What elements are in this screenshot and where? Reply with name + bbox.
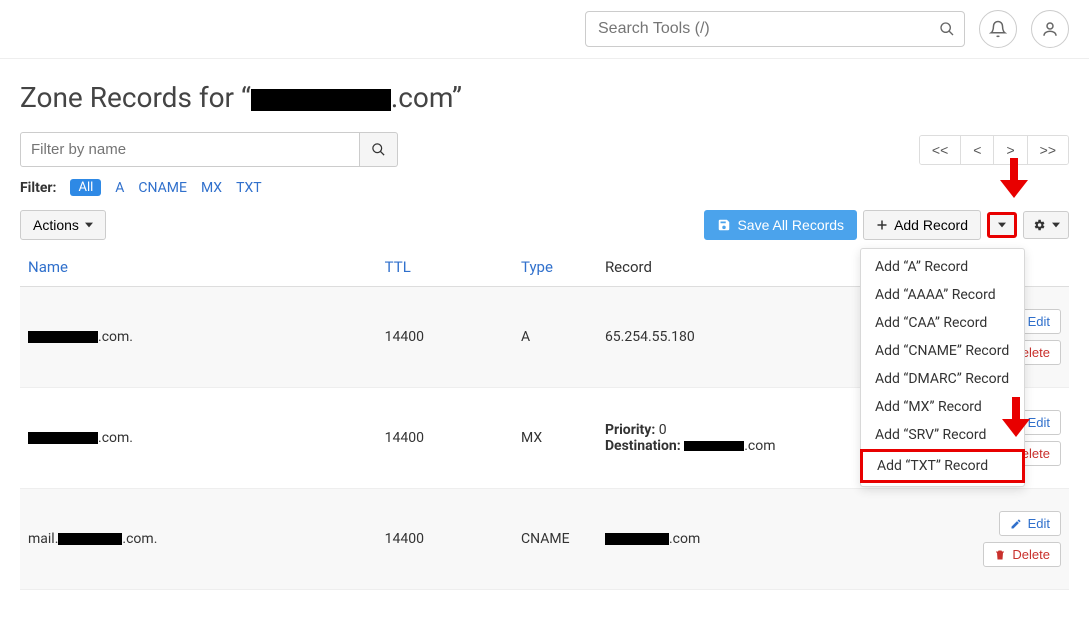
toolbar-right: Save All Records Add Record Add “A” Reco… bbox=[704, 210, 1069, 240]
cell-type: CNAME bbox=[513, 489, 597, 590]
filter-all[interactable]: All bbox=[70, 179, 101, 196]
filter-mx[interactable]: MX bbox=[201, 180, 222, 196]
page-title: Zone Records for “ .com” bbox=[20, 81, 1069, 114]
arrow-annotation-icon bbox=[1002, 397, 1030, 437]
filter-txt[interactable]: TXT bbox=[236, 180, 261, 196]
search-icon bbox=[939, 21, 955, 37]
dropdown-add-aaaa[interactable]: Add “AAAA” Record bbox=[861, 281, 1024, 309]
actions-label: Actions bbox=[33, 217, 79, 233]
redacted-domain bbox=[251, 89, 391, 111]
dropdown-add-cname[interactable]: Add “CNAME” Record bbox=[861, 337, 1024, 365]
row-actions: Edit Delete bbox=[920, 511, 1061, 567]
dropdown-add-dmarc[interactable]: Add “DMARC” Record bbox=[861, 365, 1024, 393]
title-close: ” bbox=[452, 81, 462, 114]
edit-button[interactable]: Edit bbox=[999, 511, 1061, 536]
cell-record: .com bbox=[597, 489, 912, 590]
add-record-dropdown-toggle[interactable] bbox=[987, 212, 1017, 238]
destination-suffix: .com bbox=[744, 438, 775, 454]
trash-icon bbox=[994, 549, 1006, 561]
record-suffix: .com bbox=[669, 531, 700, 547]
pager-prev[interactable]: < bbox=[961, 136, 994, 164]
delete-button[interactable]: Delete bbox=[983, 542, 1061, 567]
type-filters: Filter: All A CNAME MX TXT bbox=[20, 179, 1069, 196]
col-type[interactable]: Type bbox=[513, 248, 597, 287]
dropdown-add-txt[interactable]: Add “TXT” Record bbox=[860, 449, 1025, 483]
cell-name: .com. bbox=[20, 388, 377, 489]
caret-down-icon bbox=[998, 221, 1006, 229]
pager-last[interactable]: >> bbox=[1028, 136, 1068, 164]
destination-label: Destination: bbox=[605, 438, 681, 454]
edit-label: Edit bbox=[1028, 415, 1050, 430]
gear-icon bbox=[1032, 218, 1046, 232]
dropdown-add-a[interactable]: Add “A” Record bbox=[861, 253, 1024, 281]
cell-name: mail. .com. bbox=[20, 489, 377, 590]
add-record-button[interactable]: Add Record bbox=[863, 210, 981, 240]
delete-label: Delete bbox=[1012, 547, 1050, 562]
filter-group bbox=[20, 132, 398, 167]
plus-icon bbox=[876, 219, 888, 231]
table-row: mail. .com. 14400 CNAME .com Edit Delete bbox=[20, 489, 1069, 590]
top-bar bbox=[0, 0, 1089, 59]
title-suffix: .com bbox=[391, 81, 452, 114]
priority-value: 0 bbox=[659, 422, 667, 438]
settings-button[interactable] bbox=[1023, 211, 1069, 239]
save-icon bbox=[717, 218, 731, 232]
dropdown-add-caa[interactable]: Add “CAA” Record bbox=[861, 309, 1024, 337]
priority-label: Priority: bbox=[605, 422, 655, 438]
global-search bbox=[585, 11, 965, 47]
filter-input[interactable] bbox=[20, 132, 360, 167]
redacted bbox=[28, 432, 98, 444]
redacted bbox=[684, 441, 744, 451]
cell-ttl: 14400 bbox=[377, 489, 513, 590]
cell-ttl: 14400 bbox=[377, 388, 513, 489]
pager-first[interactable]: << bbox=[920, 136, 961, 164]
search-input[interactable] bbox=[585, 11, 965, 47]
dropdown-add-srv[interactable]: Add “SRV” Record bbox=[861, 421, 1024, 449]
edit-label: Edit bbox=[1028, 516, 1050, 531]
redacted bbox=[28, 331, 98, 343]
edit-label: Edit bbox=[1028, 314, 1050, 329]
cell-type: MX bbox=[513, 388, 597, 489]
actions-button[interactable]: Actions bbox=[20, 210, 106, 240]
name-suffix: .com. bbox=[98, 430, 133, 446]
filter-a[interactable]: A bbox=[115, 180, 124, 196]
redacted bbox=[58, 533, 122, 545]
save-all-label: Save All Records bbox=[737, 217, 844, 233]
add-record-label: Add Record bbox=[894, 217, 968, 233]
caret-down-icon bbox=[1052, 221, 1060, 229]
redacted bbox=[605, 533, 669, 545]
arrow-annotation-icon bbox=[1000, 158, 1028, 198]
cell-name: .com. bbox=[20, 287, 377, 388]
col-ttl[interactable]: TTL bbox=[377, 248, 513, 287]
toolbar: Actions Save All Records Add Record Add … bbox=[20, 210, 1069, 240]
notifications-button[interactable] bbox=[979, 10, 1017, 48]
filter-label: Filter: bbox=[20, 180, 56, 196]
pencil-icon bbox=[1010, 518, 1022, 530]
dropdown-add-mx[interactable]: Add “MX” Record bbox=[861, 393, 1024, 421]
filter-cname[interactable]: CNAME bbox=[138, 180, 187, 196]
name-prefix: mail. bbox=[28, 531, 58, 547]
filter-search-button[interactable] bbox=[360, 132, 398, 167]
pager: << < > >> bbox=[919, 135, 1069, 165]
cell-type: A bbox=[513, 287, 597, 388]
caret-down-icon bbox=[85, 221, 93, 229]
name-suffix: .com. bbox=[122, 531, 157, 547]
save-all-button[interactable]: Save All Records bbox=[704, 210, 857, 240]
name-suffix: .com. bbox=[98, 329, 133, 345]
title-prefix: Zone Records for “ bbox=[20, 81, 251, 114]
cell-ttl: 14400 bbox=[377, 287, 513, 388]
filter-row: << < > >> bbox=[20, 132, 1069, 167]
add-record-dropdown: Add “A” Record Add “AAAA” Record Add “CA… bbox=[860, 248, 1025, 487]
account-button[interactable] bbox=[1031, 10, 1069, 48]
col-name[interactable]: Name bbox=[20, 248, 377, 287]
